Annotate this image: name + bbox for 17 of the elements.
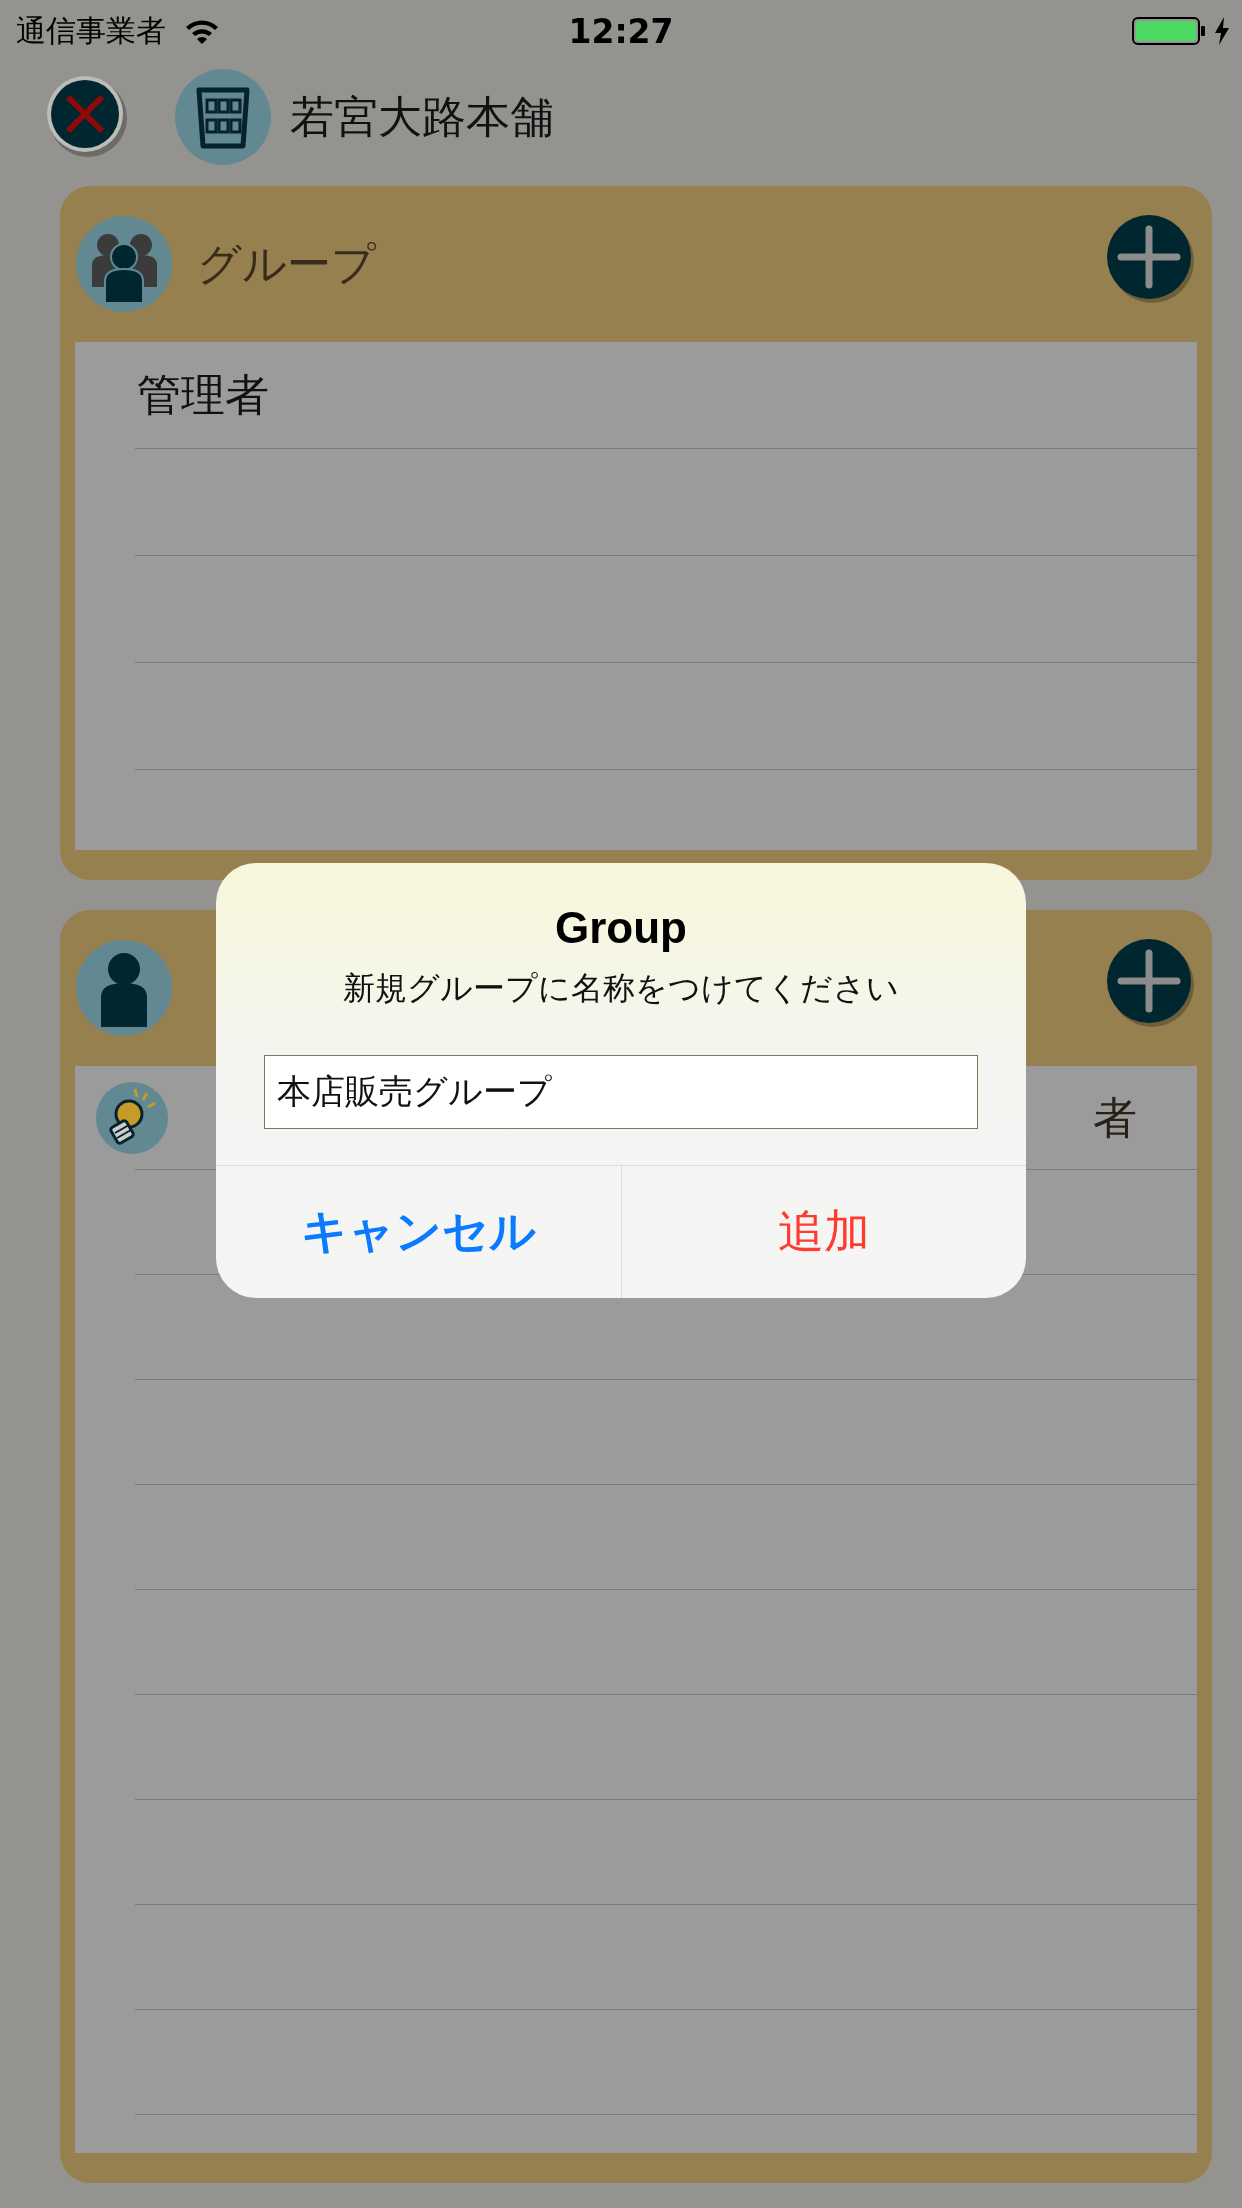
lightbulb-icon [95,1081,169,1155]
list-item-text: 者 [1092,1090,1137,1145]
building-icon [174,68,272,166]
wifi-icon [184,18,220,44]
group-name-field[interactable]: 本店販売グループ [264,1055,978,1129]
store-title: 若宮大路本舗 [290,89,554,144]
group-icon [75,215,173,313]
list-item[interactable]: 管理者 [135,365,269,425]
card-title: グループ [197,236,376,291]
dialog-title: Group [555,903,687,953]
cancel-button[interactable]: キャンセル [216,1166,621,1298]
clock-time: 12:27 [568,11,674,51]
charging-icon [1214,17,1230,45]
dialog-message: 新規グループに名称をつけてください [343,968,899,1009]
person-icon [75,939,173,1037]
battery-icon [1132,17,1206,45]
carrier-name: 通信事業者 [16,11,166,50]
